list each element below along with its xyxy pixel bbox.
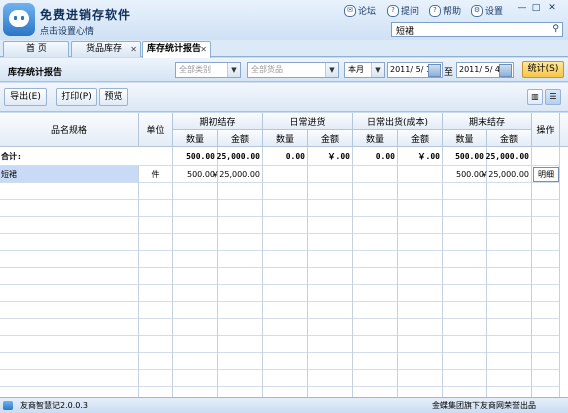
close-tab-icon[interactable]: ✕ (200, 42, 207, 57)
question-link[interactable]: ? 提问 (387, 4, 419, 17)
table-row-cell[interactable]: ￥25,000.00 (480, 166, 532, 183)
group-sales-header: 日常出货(成本) (353, 113, 443, 130)
purchase-amount-header[interactable]: 金额 (308, 130, 353, 147)
col-action-header: 操作 (532, 113, 560, 147)
purchase-qty-header[interactable]: 数量 (263, 130, 308, 147)
settings-link[interactable]: ⚙ 设置 (471, 4, 503, 17)
closing-amount-header[interactable]: 金额 (487, 130, 532, 147)
table-row-name[interactable]: 短裙 (0, 166, 139, 183)
to-label: 至 (444, 68, 454, 78)
header-filler (560, 113, 568, 147)
date-from-field[interactable]: 2011/ 5/ 1 (387, 62, 443, 78)
group-closing-header: 期末结存 (443, 113, 532, 130)
close-window-button[interactable]: ✕ (546, 3, 558, 14)
table-row-cell[interactable] (353, 166, 398, 183)
col-unit-header[interactable]: 单位 (139, 113, 173, 147)
chevron-down-icon: ▼ (371, 63, 384, 77)
total-cell: 25,000.00 (486, 147, 532, 166)
print-button[interactable]: 打印(P) (56, 88, 97, 106)
export-button[interactable]: 导出(E) (4, 88, 47, 106)
company-text: 金蝶集团旗下友商网荣誉出品 (432, 401, 536, 410)
tab-inventory[interactable]: 货品库存 ✕ (71, 41, 141, 57)
total-cell: 0.00 (263, 147, 308, 166)
group-purchase-header: 日常进货 (263, 113, 353, 130)
table-row-cell[interactable] (398, 166, 443, 183)
table-row-cell[interactable] (308, 166, 353, 183)
status-bar: 友商智慧记2.0.0.3 金蝶集团旗下友商网荣誉出品 (0, 397, 568, 413)
forum-icon: ✉ (344, 4, 356, 17)
app-title: 免费进销存软件 (40, 8, 132, 22)
closing-qty-header[interactable]: 数量 (443, 130, 487, 147)
opening-amount-header[interactable]: 金额 (218, 130, 263, 147)
table-row-cell[interactable] (263, 166, 308, 183)
calendar-icon[interactable] (428, 64, 441, 77)
period-select[interactable]: 本月 ▼ (344, 62, 385, 78)
total-cell: 500.00 (173, 147, 218, 166)
category-select[interactable]: 全部类别 ▼ (175, 62, 241, 78)
preview-button[interactable]: 预览 (99, 88, 128, 106)
opening-qty-header[interactable]: 数量 (173, 130, 218, 147)
sales-amount-header[interactable]: 金额 (398, 130, 443, 147)
total-cell: 500.00 (443, 147, 487, 166)
help-link[interactable]: ? 帮助 (429, 4, 461, 17)
total-cell: ￥.00 (398, 147, 443, 166)
app-mini-icon (3, 401, 13, 410)
table-row-unit[interactable]: 件 (139, 166, 173, 183)
gear-icon: ⚙ (471, 4, 483, 17)
total-cell: 0.00 (353, 147, 398, 166)
help-icon: ? (429, 4, 441, 17)
report-title: 库存统计报告 (8, 68, 63, 78)
chart-view-icon[interactable]: ▥ (527, 89, 543, 105)
version-text: 友商智慧记2.0.0.3 (20, 401, 88, 410)
search-icon[interactable]: ⚲ (552, 24, 559, 34)
mood-link[interactable]: 点击设置心情 (40, 24, 94, 37)
close-tab-icon[interactable]: ✕ (130, 42, 137, 57)
calendar-icon[interactable] (499, 64, 512, 77)
question-icon: ? (387, 4, 399, 17)
tab-stock-report[interactable]: 库存统计报告 ✕ (142, 41, 211, 58)
total-cell: 25,000.00 (217, 147, 263, 166)
empty-grid-lines (0, 183, 560, 397)
col-name-header[interactable]: 品名规格 (0, 113, 139, 147)
group-opening-header: 期初结存 (173, 113, 263, 130)
sales-qty-header[interactable]: 数量 (353, 130, 398, 147)
tab-home[interactable]: 首 页 (3, 41, 69, 57)
stats-button[interactable]: 统计(S) (522, 61, 564, 78)
total-label: 合计: (0, 147, 173, 166)
total-cell: ￥.00 (308, 147, 353, 166)
goods-select[interactable]: 全部货品 ▼ (247, 62, 339, 78)
table-row-cell[interactable]: ￥25,000.00 (211, 166, 263, 183)
chevron-down-icon: ▼ (325, 63, 338, 77)
total-action-cell (532, 147, 560, 166)
detail-button[interactable]: 明细 (533, 167, 559, 182)
forum-link[interactable]: ✉ 论坛 (344, 4, 376, 17)
search-box[interactable]: 短裙 ⚲ (391, 22, 563, 37)
app-logo-icon (3, 3, 35, 36)
chevron-down-icon: ▼ (227, 63, 240, 77)
minimize-button[interactable]: — (516, 3, 528, 14)
search-input[interactable]: 短裙 (396, 24, 414, 37)
date-to-field[interactable]: 2011/ 5/ 4 (456, 62, 514, 78)
list-view-icon[interactable]: ☰ (545, 89, 561, 105)
maximize-button[interactable]: □ (530, 3, 542, 14)
